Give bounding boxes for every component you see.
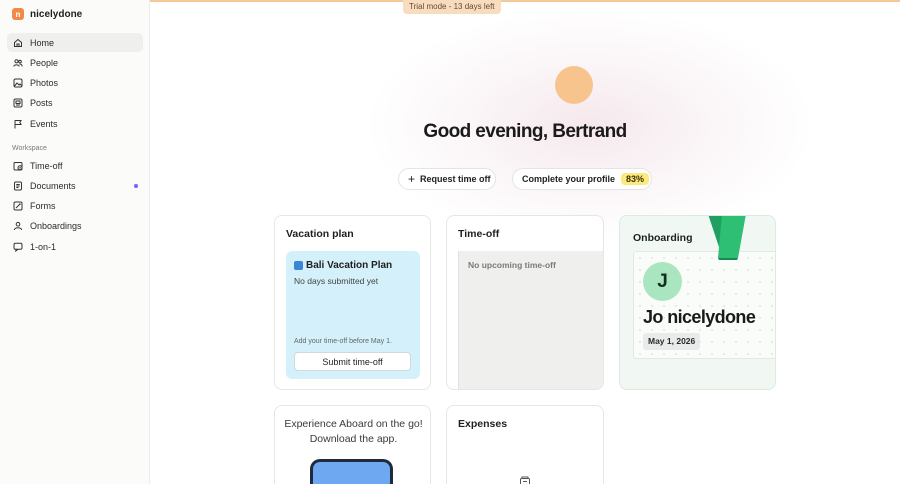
forms-icon: [13, 201, 23, 211]
time-off-icon: [13, 161, 23, 171]
vacation-plan-card[interactable]: Vacation plan Bali Vacation Plan No days…: [274, 215, 431, 390]
plus-icon: +: [408, 172, 416, 186]
time-off-panel: No upcoming time-off: [458, 251, 603, 389]
sidebar-item-label: Posts: [30, 98, 53, 109]
onboarding-date: May 1, 2026: [643, 333, 701, 350]
card-title: Vacation plan: [286, 228, 354, 240]
time-off-empty-state: No upcoming time-off: [468, 260, 556, 270]
user-avatar[interactable]: [555, 66, 593, 104]
submit-time-off-button[interactable]: Submit time-off: [294, 352, 411, 371]
onboardings-icon: [13, 221, 23, 231]
beach-icon: [294, 261, 303, 270]
sidebar-item-label: People: [30, 57, 59, 68]
wallet-icon: [520, 476, 530, 484]
sidebar-item-time-off[interactable]: Time-off: [7, 156, 143, 175]
sidebar-item-forms[interactable]: Forms: [7, 197, 143, 216]
vacation-plan-status: No days submitted yet: [294, 276, 379, 286]
home-icon: [13, 38, 23, 48]
sidebar-item-label: Documents: [30, 180, 76, 191]
download-app-card[interactable]: Experience Aboard on the go! Download th…: [274, 405, 431, 484]
chat-icon: [13, 242, 23, 252]
lanyard-ribbon-icon: [708, 216, 746, 260]
people-icon: [13, 58, 23, 68]
profile-percent-badge: 83%: [621, 173, 650, 185]
complete-profile-button[interactable]: Complete your profile 83%: [512, 168, 652, 190]
sidebar-item-home[interactable]: Home: [7, 33, 143, 52]
sidebar-item-label: 1-on-1: [30, 241, 57, 252]
sidebar-item-documents[interactable]: Documents: [7, 176, 143, 195]
notification-dot: [134, 184, 138, 189]
phone-illustration: [310, 459, 393, 484]
sidebar-item-photos[interactable]: Photos: [7, 74, 143, 93]
photos-icon: [13, 78, 23, 88]
onboarding-badge: J Jo nicelydone May 1, 2026: [633, 251, 775, 359]
complete-profile-label: Complete your profile: [522, 174, 616, 184]
sidebar: n nicelydone Home People Photos Posts Ev…: [0, 0, 150, 484]
onboarding-avatar: J: [643, 262, 682, 301]
sidebar-item-events[interactable]: Events: [7, 114, 143, 133]
sidebar-item-label: Time-off: [30, 160, 63, 171]
vacation-plan-panel: Bali Vacation Plan No days submitted yet…: [286, 251, 420, 379]
time-off-card[interactable]: Time-off No upcoming time-off: [446, 215, 604, 390]
onboarding-card[interactable]: Onboarding J Jo nicelydone May 1, 2026: [619, 215, 776, 390]
expenses-card[interactable]: Expenses: [446, 405, 604, 484]
sidebar-item-label: Onboardings: [30, 221, 82, 232]
card-title: Onboarding: [633, 232, 693, 244]
sidebar-item-onboardings[interactable]: Onboardings: [7, 217, 143, 236]
brand-name: nicelydone: [30, 8, 83, 20]
vacation-plan-hint: Add your time-off before May 1.: [294, 338, 392, 345]
flag-icon: [13, 119, 23, 129]
documents-icon: [13, 181, 23, 191]
sidebar-item-posts[interactable]: Posts: [7, 94, 143, 113]
main-nav: Home People Photos Posts Events: [7, 33, 143, 134]
vacation-plan-name: Bali Vacation Plan: [294, 260, 392, 271]
sidebar-item-label: Forms: [30, 201, 56, 212]
posts-icon: [13, 98, 23, 108]
trial-top-bar: [150, 0, 900, 2]
page-title: Good evening, Bertrand: [423, 121, 627, 142]
sidebar-item-label: Photos: [30, 78, 59, 89]
sidebar-item-1-on-1[interactable]: 1-on-1: [7, 237, 143, 256]
brand-logo: n: [12, 8, 24, 20]
card-title: Time-off: [458, 228, 500, 240]
brand[interactable]: n nicelydone: [12, 8, 82, 20]
trial-badge: Trial mode - 13 days left: [403, 0, 501, 14]
sidebar-item-label: Home: [30, 37, 55, 48]
workspace-section-label: Workspace: [12, 145, 47, 152]
sidebar-item-label: Events: [30, 118, 58, 129]
workspace-nav: Time-off Documents Forms Onboardings 1-o…: [7, 156, 143, 257]
request-time-off-label: Request time off: [420, 174, 491, 184]
request-time-off-button[interactable]: + Request time off: [398, 168, 496, 190]
card-title: Expenses: [458, 418, 508, 430]
onboarding-name: Jo nicelydone: [643, 307, 756, 327]
sidebar-item-people[interactable]: People: [7, 53, 143, 72]
download-app-text: Experience Aboard on the go! Download th…: [284, 418, 423, 445]
